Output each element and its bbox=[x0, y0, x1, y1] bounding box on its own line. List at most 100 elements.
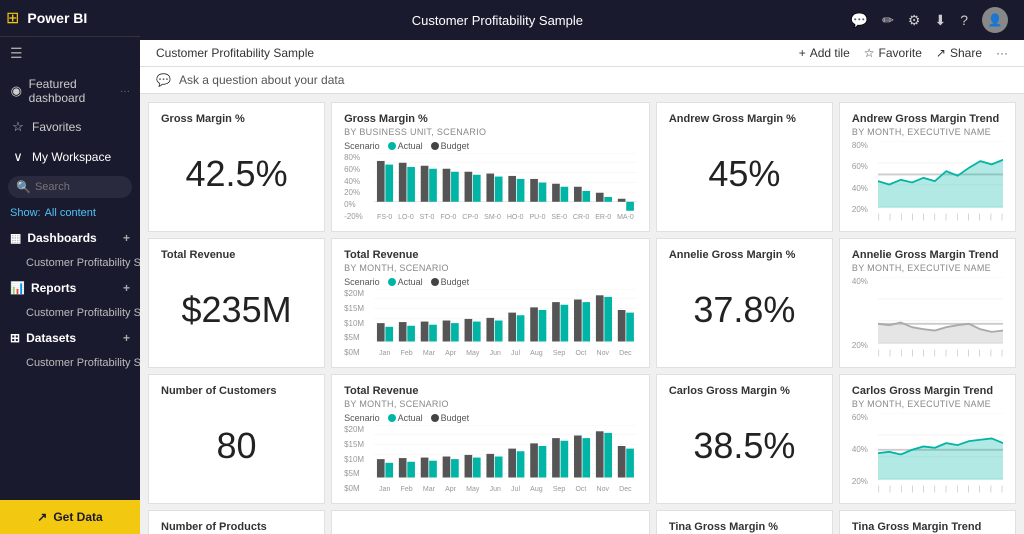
x-label: Nov bbox=[597, 350, 609, 357]
tile-title: Andrew Gross Margin Trend bbox=[852, 113, 1003, 125]
hamburger-menu[interactable]: ☰ bbox=[0, 37, 140, 70]
show-value[interactable]: All content bbox=[45, 207, 96, 219]
search-box[interactable]: 🔍 bbox=[8, 176, 132, 198]
sidebar-report-name: Customer Profitability Sam... bbox=[26, 307, 140, 319]
tile-title: Gross Margin % bbox=[344, 113, 637, 125]
x-label: Dec bbox=[619, 486, 631, 493]
bar-chart-svg bbox=[374, 289, 637, 349]
add-dataset-icon[interactable]: + bbox=[123, 331, 130, 345]
add-dashboard-icon[interactable]: + bbox=[123, 231, 130, 245]
page-title: Customer Profitability Sample bbox=[156, 13, 839, 28]
tile-subtitle: BY MONTH, SCENARIO bbox=[344, 263, 637, 273]
tile-gross-margin-pct[interactable]: Gross Margin % 42.5% bbox=[148, 102, 325, 232]
tile-tina-trend[interactable]: Tina Gross Margin TrendBY MONTH, EXECUTI… bbox=[839, 510, 1016, 534]
nav-icons: 💬 ✏ ⚙ ⬇ ? 👤 bbox=[851, 7, 1008, 33]
y-label: 20% bbox=[852, 477, 874, 486]
sidebar-workspace-label: My Workspace bbox=[32, 150, 111, 164]
tile-gross-margin-chart[interactable]: Gross Margin % BY BUSINESS UNIT, SCENARIO… bbox=[331, 102, 650, 232]
y-label: 80% bbox=[344, 153, 370, 162]
add-report-icon[interactable]: + bbox=[123, 281, 130, 295]
y-label: 60% bbox=[852, 162, 874, 171]
tile-title: Total Revenue bbox=[161, 249, 312, 261]
tile-title: Andrew Gross Margin % bbox=[669, 113, 820, 125]
tile-tina-gross-margin[interactable]: Tina Gross Margin %53.8% bbox=[656, 510, 833, 534]
search-input[interactable] bbox=[35, 181, 124, 193]
add-tile-label: Add tile bbox=[810, 46, 850, 60]
more-options-icon[interactable]: ··· bbox=[996, 46, 1008, 60]
y-label: $5M bbox=[344, 333, 370, 342]
share-button[interactable]: ↗ Share bbox=[936, 46, 982, 60]
tile-total-revenue-chart[interactable]: Total RevenueBY MONTH, SCENARIOScenarioA… bbox=[331, 238, 650, 368]
legend-scenario: Scenario bbox=[344, 277, 380, 287]
featured-icon: ◉ bbox=[10, 83, 23, 99]
sidebar-item-workspace[interactable]: ∨ My Workspace bbox=[0, 142, 140, 172]
legend-scenario: Scenario bbox=[344, 413, 380, 423]
add-tile-button[interactable]: + Add tile bbox=[799, 46, 850, 60]
tile-total-revenue[interactable]: Total Revenue$235M bbox=[148, 238, 325, 368]
tile-value: 38.5% bbox=[669, 399, 820, 493]
x-label: SM-0 bbox=[484, 214, 501, 221]
edit-icon[interactable]: ✏ bbox=[882, 12, 894, 29]
y-label: $15M bbox=[344, 440, 370, 449]
x-label: Oct bbox=[575, 486, 586, 493]
header-actions: + Add tile ☆ Favorite ↗ Share ··· bbox=[799, 46, 1008, 60]
y-label: $10M bbox=[344, 319, 370, 328]
y-label: $5M bbox=[344, 469, 370, 478]
tile-value: 42.5% bbox=[161, 127, 312, 221]
sidebar-item-dataset-1[interactable]: Customer Profitability Sam... ★ bbox=[0, 352, 140, 374]
tile-carlos-gross-margin[interactable]: Carlos Gross Margin % 38.5% bbox=[656, 374, 833, 504]
featured-more-icon[interactable]: ··· bbox=[120, 86, 130, 97]
sidebar-item-report-1[interactable]: Customer Profitability Sam... ★ bbox=[0, 302, 140, 324]
section-datasets[interactable]: ⊞ Datasets + bbox=[0, 324, 140, 352]
x-label: FS-0 bbox=[377, 214, 392, 221]
tile-num-customers[interactable]: Number of Customers80 bbox=[148, 374, 325, 504]
tile-title: Carlos Gross Margin % bbox=[669, 385, 820, 397]
favorite-button[interactable]: ☆ Favorite bbox=[864, 46, 922, 60]
y-label: $20M bbox=[344, 289, 370, 298]
x-label: LO-0 bbox=[398, 214, 414, 221]
sidebar-item-featured[interactable]: ◉ Featured dashboard ··· bbox=[0, 70, 140, 112]
sidebar-item-favorites[interactable]: ☆ Favorites bbox=[0, 112, 140, 142]
favorite-label: Favorite bbox=[879, 46, 922, 60]
tile-carlos-trend[interactable]: Carlos Gross Margin TrendBY MONTH, EXECU… bbox=[839, 374, 1016, 504]
tile-title: Gross Margin % bbox=[161, 113, 312, 125]
y-label: $0M bbox=[344, 348, 370, 357]
tile-value: 45% bbox=[669, 127, 820, 221]
x-label: Jan bbox=[379, 486, 390, 493]
tile-spacer-tile[interactable] bbox=[331, 510, 650, 534]
x-label: Aug bbox=[530, 350, 542, 357]
tile-annelie-trend[interactable]: Annelie Gross Margin TrendBY MONTH, EXEC… bbox=[839, 238, 1016, 368]
y-label: $15M bbox=[344, 304, 370, 313]
help-icon[interactable]: ? bbox=[960, 12, 968, 28]
dashboard: Gross Margin % 42.5% Gross Margin % BY BUSI… bbox=[140, 94, 1024, 534]
top-nav: Customer Profitability Sample 💬 ✏ ⚙ ⬇ ? … bbox=[140, 0, 1024, 40]
tile-title: Annelie Gross Margin Trend bbox=[852, 249, 1003, 261]
sidebar-featured-label: Featured dashboard bbox=[29, 77, 114, 105]
workspace-chevron-icon: ∨ bbox=[10, 149, 26, 165]
subheader: Customer Profitability Sample + Add tile… bbox=[140, 40, 1024, 67]
bar-chart-svg bbox=[374, 425, 637, 485]
chat-icon[interactable]: 💬 bbox=[851, 12, 868, 29]
tile-title: Tina Gross Margin % bbox=[669, 521, 820, 533]
get-data-button[interactable]: ↗ Get Data bbox=[0, 500, 140, 534]
section-reports[interactable]: 📊 Reports + bbox=[0, 274, 140, 302]
x-label: Apr bbox=[445, 350, 456, 357]
show-row: Show: All content bbox=[0, 202, 140, 224]
download-icon[interactable]: ⬇ bbox=[934, 12, 946, 29]
tile-subtitle: BY BUSINESS UNIT, SCENARIO bbox=[344, 127, 637, 137]
tile-andrew-trend[interactable]: Andrew Gross Margin TrendBY MONTH, EXECU… bbox=[839, 102, 1016, 232]
tile-placeholder-chart2[interactable]: Total RevenueBY MONTH, SCENARIOScenarioA… bbox=[331, 374, 650, 504]
x-label: Aug bbox=[530, 486, 542, 493]
user-avatar[interactable]: 👤 bbox=[982, 7, 1008, 33]
tile-annelie-gross-margin[interactable]: Annelie Gross Margin %37.8% bbox=[656, 238, 833, 368]
settings-icon[interactable]: ⚙ bbox=[908, 12, 921, 29]
section-dashboards[interactable]: ▦ Dashboards + bbox=[0, 224, 140, 252]
y-label: 20% bbox=[344, 188, 370, 197]
sidebar-item-dashboard-1[interactable]: Customer Profitability Sam... bbox=[0, 252, 140, 274]
tile-num-products[interactable]: Number of Products5 bbox=[148, 510, 325, 534]
tile-andrew-gross-margin[interactable]: Andrew Gross Margin % 45% bbox=[656, 102, 833, 232]
y-label: 20% bbox=[852, 205, 874, 214]
tile-value: 37.8% bbox=[669, 263, 820, 357]
y-label: 60% bbox=[344, 165, 370, 174]
ask-bar[interactable]: 💬 Ask a question about your data bbox=[140, 67, 1024, 94]
